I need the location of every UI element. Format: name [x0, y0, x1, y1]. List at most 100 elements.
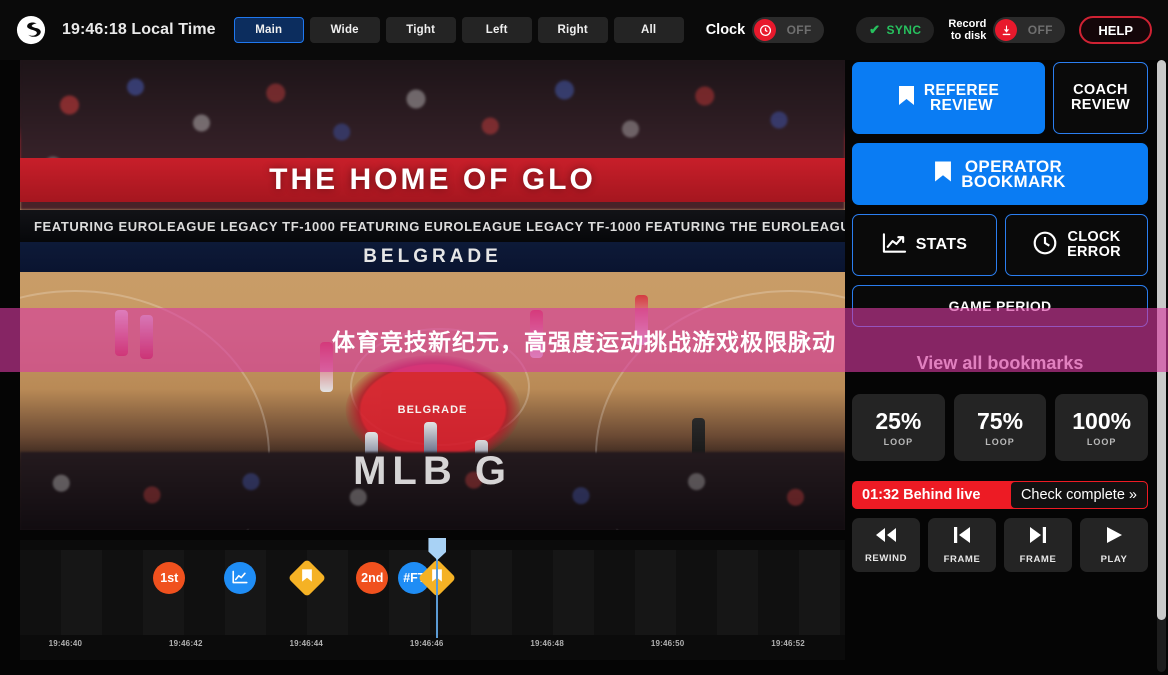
coach-review-label: COACH REVIEW	[1071, 83, 1130, 113]
help-label: HELP	[1098, 22, 1133, 38]
clock-toggle-group: Clock OFF	[706, 17, 825, 43]
loop-75-percent: 75%	[976, 408, 1024, 434]
camera-tab-all[interactable]: All	[613, 17, 684, 43]
camera-tab-wide-label: Wide	[330, 24, 359, 36]
record-label-line1: Record	[948, 18, 987, 30]
check-icon: ✔	[869, 22, 881, 37]
review-button-row: REFEREE REVIEW COACH REVIEW	[852, 62, 1148, 134]
play-button[interactable]: PLAY	[1080, 518, 1148, 572]
record-to-disk-toggle[interactable]: OFF	[993, 17, 1066, 43]
behind-live-bar: 01:32 Behind live Check complete »	[852, 481, 1148, 509]
prev-frame-label: FRAME	[943, 554, 981, 565]
camera-tab-left-label: Left	[485, 24, 508, 36]
camera-tab-all-label: All	[641, 24, 657, 36]
behind-live-label: 01:32 Behind live	[862, 487, 981, 503]
rewind-label: REWIND	[864, 553, 908, 564]
referee-review-line2: REVIEW	[930, 97, 993, 114]
play-label: PLAY	[1100, 554, 1128, 565]
timeline-time-label: 19:46:40	[48, 639, 83, 648]
coach-review-button[interactable]: COACH REVIEW	[1053, 62, 1148, 134]
sync-button[interactable]: ✔ SYNC	[856, 17, 935, 43]
timeline-marker-1st-label: 1st	[160, 571, 179, 585]
local-time-display: 19:46:18 Local Time	[62, 21, 216, 38]
prev-frame-button[interactable]: FRAME	[928, 518, 996, 572]
clock-error-line2: ERROR	[1067, 244, 1121, 260]
timeline-marker-bookmark-1[interactable]	[288, 558, 327, 598]
loop-100-sublabel: LOOP	[1086, 437, 1117, 447]
app-root: 19:46:18 Local Time Main Wide Tight Left…	[0, 0, 1168, 675]
record-toggle-state: OFF	[1027, 23, 1053, 37]
timeline-marker-stats[interactable]	[224, 562, 257, 594]
operator-bookmark-line2: BOOKMARK	[961, 172, 1066, 191]
clock-icon	[1032, 230, 1058, 260]
loop-100-button[interactable]: 100% LOOP	[1055, 394, 1149, 461]
timeline-marker-1st[interactable]: 1st	[153, 562, 186, 594]
timeline-time-label: 19:46:44	[289, 639, 324, 648]
loop-100-percent: 100%	[1072, 408, 1132, 434]
loop-75-sublabel: LOOP	[985, 437, 1015, 447]
clock-error-button[interactable]: CLOCK ERROR	[1005, 214, 1148, 276]
record-to-disk-group: Record to disk OFF	[948, 17, 1066, 43]
stats-button[interactable]: STATS	[852, 214, 997, 276]
loop-25-button[interactable]: 25% LOOP	[852, 394, 945, 461]
stats-clock-row: STATS CLOCK ERROR	[852, 214, 1148, 276]
clock-error-line1: CLOCK	[1067, 229, 1121, 245]
referee-review-line1: REFEREE	[923, 82, 1000, 99]
video-preview[interactable]: THE HOME OF GLO FEATURING EUROLEAGUE LEG…	[20, 60, 845, 530]
rewind-button[interactable]: REWIND	[852, 518, 920, 572]
camera-tab-wide[interactable]: Wide	[309, 17, 380, 43]
camera-tab-main[interactable]: Main	[233, 17, 304, 43]
record-to-disk-label: Record to disk	[948, 18, 986, 42]
coach-review-line1: COACH	[1073, 82, 1128, 98]
operator-bookmark-label: OPERATOR BOOKMARK	[961, 158, 1066, 191]
loop-25-percent: 25%	[875, 408, 922, 434]
camera-tab-main-label: Main	[255, 24, 283, 36]
timeline-time-label: 19:46:48	[530, 639, 564, 648]
chart-icon	[232, 570, 248, 587]
clock-toggle[interactable]: OFF	[752, 17, 825, 43]
rewind-icon	[874, 526, 898, 549]
court-baseline-text: MLB G	[353, 449, 512, 493]
next-frame-label: FRAME	[1019, 554, 1057, 565]
clock-icon	[754, 19, 777, 41]
clock-toggle-state: OFF	[786, 23, 812, 37]
record-label-line2: to disk	[950, 30, 987, 42]
camera-tab-group: Main Wide Tight Left Right All	[233, 17, 684, 43]
timeline-marker-2nd-label: 2nd	[361, 571, 384, 585]
timeline-time-axis: 19:46:40 19:46:42 19:46:44 19:46:46 19:4…	[20, 639, 845, 659]
timeline-playhead[interactable]	[428, 538, 447, 638]
help-button[interactable]: HELP	[1079, 16, 1152, 44]
clock-error-label: CLOCK ERROR	[1067, 230, 1121, 260]
euroleague-logo-icon	[14, 13, 48, 47]
loop-75-button[interactable]: 75% LOOP	[953, 394, 1047, 461]
promo-banner-text: 体育竞技新纪元，高强度运动挑战游戏极限脉动	[332, 329, 836, 355]
next-frame-icon	[1028, 525, 1048, 550]
sync-label: SYNC	[886, 23, 922, 37]
transport-controls: REWIND FRAME FRAME PLAY	[852, 518, 1148, 572]
clock-toggle-label: Clock	[705, 22, 746, 38]
bookmark-icon	[898, 85, 915, 111]
camera-tab-left[interactable]: Left	[461, 17, 532, 43]
timeline[interactable]: 1st 2nd #FT 19:46:40 19:46:42 19:46:44 1…	[20, 538, 845, 660]
top-bar: 19:46:18 Local Time Main Wide Tight Left…	[0, 0, 1168, 60]
timeline-marker-2nd[interactable]: 2nd	[356, 562, 389, 594]
loop-button-row: 25% LOOP 75% LOOP 100% LOOP	[852, 394, 1149, 461]
prev-frame-icon	[952, 525, 972, 550]
chart-icon	[882, 232, 907, 259]
next-frame-button[interactable]: FRAME	[1004, 518, 1072, 572]
loop-25-sublabel: LOOP	[883, 437, 914, 447]
promo-banner-overlay: 体育竞技新纪元，高强度运动挑战游戏极限脉动	[0, 308, 1168, 372]
referee-review-button[interactable]: REFEREE REVIEW	[852, 62, 1045, 134]
timeline-time-label: 19:46:52	[771, 639, 805, 648]
timeline-time-label: 19:46:46	[409, 639, 444, 648]
operator-bookmark-button[interactable]: OPERATOR BOOKMARK	[852, 143, 1148, 205]
camera-tab-right[interactable]: Right	[537, 17, 608, 43]
camera-tab-right-label: Right	[557, 24, 588, 36]
stats-label: STATS	[915, 236, 968, 253]
venue-banner: BELGRADE	[20, 242, 845, 272]
camera-tab-tight[interactable]: Tight	[385, 17, 456, 43]
check-complete-button[interactable]: Check complete »	[1010, 482, 1147, 508]
operator-bookmark-row: OPERATOR BOOKMARK	[852, 143, 1148, 205]
coach-review-line2: REVIEW	[1071, 97, 1130, 113]
timeline-time-label: 19:46:42	[169, 639, 203, 648]
